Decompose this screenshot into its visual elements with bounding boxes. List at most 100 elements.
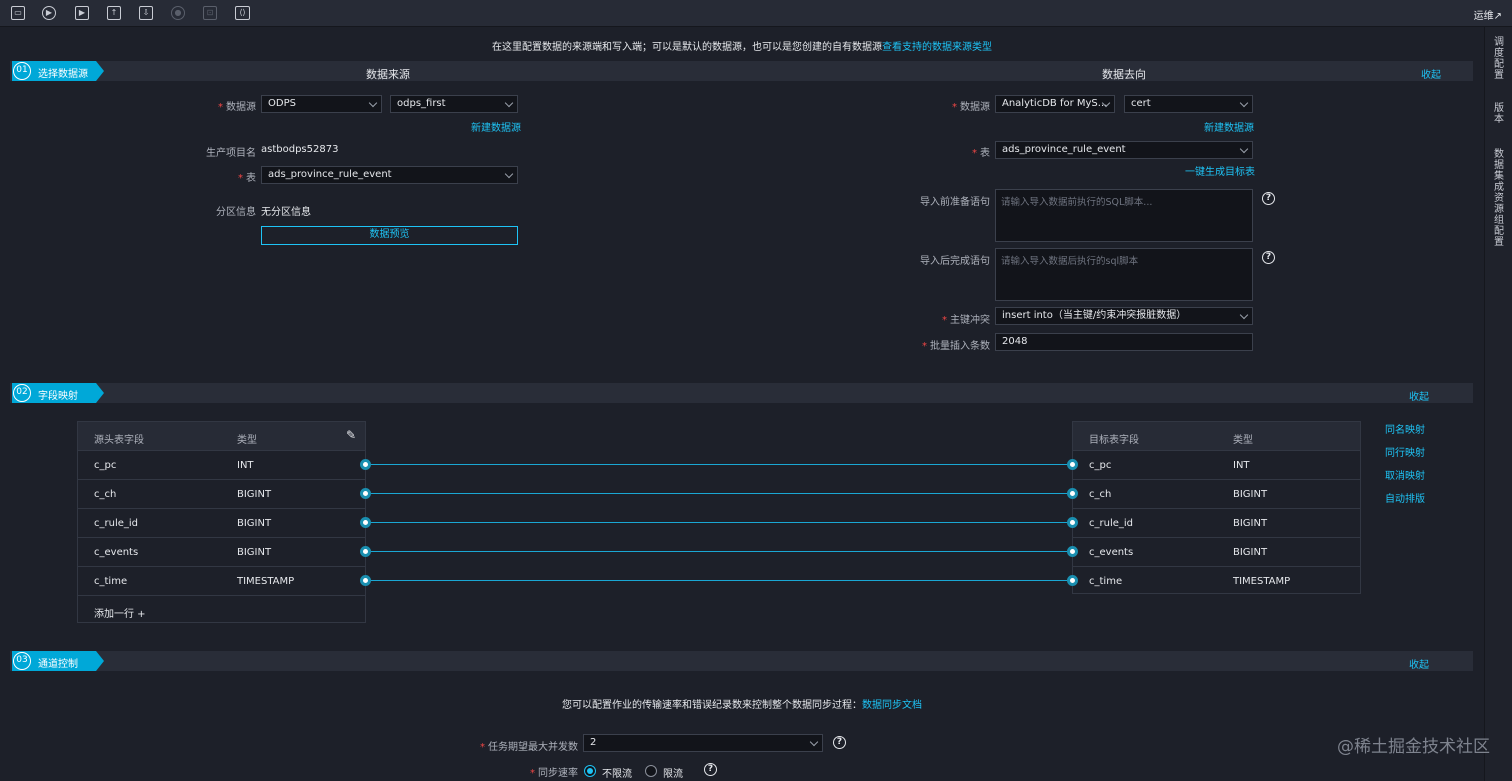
- target-anchor-dot[interactable]: [1067, 517, 1078, 528]
- publish-icon[interactable]: ⇩: [139, 6, 153, 20]
- target-field-type: BIGINT: [1233, 489, 1268, 500]
- source-heading: 数据来源: [366, 68, 410, 81]
- source-fields-table: 源头表字段 类型 ✎ c_pc INT c_ch BIGINT c_rule_id B…: [77, 421, 366, 623]
- data-preview-button[interactable]: 数据预览: [261, 226, 518, 245]
- source-new-datasource-link[interactable]: 新建数据源: [471, 119, 521, 134]
- help-icon[interactable]: ?: [704, 763, 717, 776]
- source-field-name: c_events: [94, 547, 139, 558]
- sync-doc-link[interactable]: 数据同步文档: [862, 700, 922, 711]
- mapping-line[interactable]: [366, 464, 1073, 465]
- target-anchor-dot[interactable]: [1067, 546, 1078, 557]
- source-datasource-type-select[interactable]: ODPS: [261, 95, 382, 113]
- run-icon[interactable]: ▶: [42, 6, 56, 20]
- channel-notice: 您可以配置作业的传输速率和错误纪录数来控制整个数据同步过程：数据同步文档: [0, 696, 1484, 711]
- partition-label: 分区信息: [216, 207, 256, 218]
- table-header-row: 目标表字段 类型: [1073, 422, 1360, 451]
- target-field-type: BIGINT: [1233, 547, 1268, 558]
- source-table-label: * 表: [238, 173, 256, 184]
- batch-size-input[interactable]: 2048: [995, 333, 1253, 351]
- radio-unlimited[interactable]: [584, 765, 596, 777]
- section-number: 03: [13, 652, 31, 670]
- source-table-select[interactable]: ads_province_rule_event: [261, 166, 518, 184]
- help-icon[interactable]: ?: [833, 736, 846, 749]
- help-icon[interactable]: ?: [1262, 251, 1275, 264]
- mapping-line[interactable]: [366, 522, 1073, 523]
- source-field-type: BIGINT: [237, 518, 272, 529]
- chevron-down-icon: [504, 169, 514, 179]
- watermark: @稀土掘金技术社区: [1337, 737, 1490, 757]
- mapping-line[interactable]: [366, 580, 1073, 581]
- concurrency-label: * 任务期望最大并发数: [480, 742, 578, 753]
- section-number: 01: [13, 62, 31, 80]
- section-title: 通道控制: [38, 659, 78, 670]
- map-by-row-button[interactable]: 同行映射: [1385, 444, 1425, 459]
- source-anchor-dot[interactable]: [360, 459, 371, 470]
- side-tab-version[interactable]: 版本: [1494, 103, 1506, 125]
- source-field-type: BIGINT: [237, 489, 272, 500]
- channel-notice-text: 您可以配置作业的传输速率和错误纪录数来控制整个数据同步过程：: [562, 700, 862, 711]
- ops-link[interactable]: 运维↗: [1474, 7, 1502, 22]
- submit-icon[interactable]: ↑: [107, 6, 121, 20]
- source-anchor-dot[interactable]: [360, 517, 371, 528]
- code-mode-icon[interactable]: ⟨⟩: [235, 6, 250, 20]
- target-datasource-type-select[interactable]: AnalyticDB for MyS...: [995, 95, 1115, 113]
- edit-icon[interactable]: ✎: [346, 428, 356, 442]
- radio-limited[interactable]: [645, 765, 657, 777]
- side-tab-schedule[interactable]: 调度配置: [1494, 37, 1506, 81]
- add-row-button[interactable]: 添加一行 +: [78, 596, 365, 625]
- target-anchor-dot[interactable]: [1067, 575, 1078, 586]
- target-heading: 数据去向: [1102, 68, 1146, 81]
- chevron-down-icon: [1239, 144, 1249, 154]
- table-header-row: 源头表字段 类型 ✎: [78, 422, 365, 451]
- post-sql-textarea[interactable]: 请输入导入数据后执行的sql脚本: [995, 248, 1253, 301]
- chevron-down-icon: [368, 98, 378, 108]
- cancel-mapping-button[interactable]: 取消映射: [1385, 467, 1425, 482]
- section-title: 字段映射: [38, 391, 78, 402]
- supported-types-link[interactable]: 查看支持的数据来源类型: [882, 42, 992, 53]
- column-header: 目标表字段: [1089, 435, 1139, 446]
- conflict-select[interactable]: insert into（当主键/约束冲突报脏数据）: [995, 307, 1253, 325]
- source-anchor-dot[interactable]: [360, 546, 371, 557]
- section-badge: 02 字段映射: [12, 383, 104, 403]
- map-by-name-button[interactable]: 同名映射: [1385, 421, 1425, 436]
- table-row: c_ch BIGINT: [78, 480, 365, 509]
- target-datasource-name-select[interactable]: cert: [1124, 95, 1253, 113]
- source-datasource-name-select[interactable]: odps_first: [390, 95, 518, 113]
- target-table-label: * 表: [972, 148, 990, 159]
- section-badge: 03 通道控制: [12, 651, 104, 671]
- collapse-button[interactable]: 收起: [1409, 656, 1429, 671]
- collapse-button[interactable]: 收起: [1421, 66, 1441, 81]
- lock-icon[interactable]: ⊡: [203, 6, 217, 20]
- save-icon[interactable]: ▭: [11, 6, 25, 20]
- section-number: 02: [13, 384, 31, 402]
- section-channel-header: 03 通道控制 收起: [10, 651, 1473, 671]
- run-with-params-icon[interactable]: ▶: [75, 6, 89, 20]
- section-title: 选择数据源: [38, 69, 88, 80]
- table-row: c_events BIGINT: [1073, 538, 1360, 567]
- stop-icon[interactable]: ●: [171, 6, 185, 20]
- generate-target-table-link[interactable]: 一键生成目标表: [1185, 163, 1255, 178]
- target-new-datasource-link[interactable]: 新建数据源: [1204, 119, 1254, 134]
- target-field-type: INT: [1233, 460, 1250, 471]
- help-icon[interactable]: ?: [1262, 192, 1275, 205]
- source-anchor-dot[interactable]: [360, 488, 371, 499]
- concurrency-select[interactable]: 2: [583, 734, 823, 752]
- target-anchor-dot[interactable]: [1067, 459, 1078, 470]
- main-content: 在这里配置数据的来源端和写入端；可以是默认的数据源，也可以是您创建的自有数据源查…: [0, 27, 1484, 781]
- mapping-line[interactable]: [366, 551, 1073, 552]
- mapping-line[interactable]: [366, 493, 1073, 494]
- target-anchor-dot[interactable]: [1067, 488, 1078, 499]
- target-field-type: TIMESTAMP: [1233, 576, 1291, 587]
- project-label: 生产项目名: [206, 148, 256, 159]
- pre-sql-textarea[interactable]: 请输入导入数据前执行的SQL脚本...: [995, 189, 1253, 242]
- collapse-button[interactable]: 收起: [1409, 388, 1429, 403]
- table-row: c_time TIMESTAMP: [1073, 567, 1360, 596]
- table-row: c_pc INT: [78, 451, 365, 480]
- target-table-select[interactable]: ads_province_rule_event: [995, 141, 1253, 159]
- column-header: 源头表字段: [94, 435, 144, 446]
- source-field-type: INT: [237, 460, 254, 471]
- source-anchor-dot[interactable]: [360, 575, 371, 586]
- side-tab-resource-group[interactable]: 数据集成资源组配置: [1494, 149, 1506, 248]
- auto-layout-button[interactable]: 自动排版: [1385, 490, 1425, 505]
- target-datasource-label: * 数据源: [952, 102, 990, 113]
